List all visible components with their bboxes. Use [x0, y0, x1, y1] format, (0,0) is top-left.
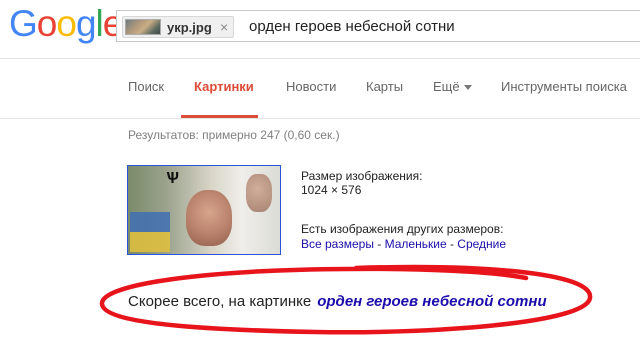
image-size-value: 1024 × 576: [301, 183, 362, 197]
image-chip-thumbnail: [125, 19, 161, 35]
tab-news[interactable]: Новости: [286, 79, 336, 94]
other-sizes-label: Есть изображения других размеров:: [301, 222, 504, 236]
image-chip[interactable]: укр.jpg ×: [122, 16, 234, 38]
tab-more-label: Ещё: [433, 79, 460, 94]
logo-letter: l: [95, 3, 104, 44]
best-guess-prefix: Скорее всего, на картинке: [128, 293, 312, 310]
thumbnail-face: [186, 190, 232, 246]
link-medium[interactable]: Средние: [457, 237, 506, 251]
tab-more[interactable]: Ещё: [433, 79, 472, 94]
image-chip-filename: укр.jpg: [167, 20, 212, 35]
trident-icon: Ѱ: [166, 170, 179, 187]
tab-search[interactable]: Поиск: [128, 79, 164, 94]
result-stats: Результатов: примерно 247 (0,60 сек.): [128, 128, 340, 142]
link-separator: -: [446, 237, 458, 251]
tab-images[interactable]: Картинки: [194, 79, 254, 94]
logo-letter: o: [56, 3, 77, 44]
tab-search-tools[interactable]: Инструменты поиска: [501, 79, 627, 94]
header: Google укр.jpg × орден героев небесной с…: [0, 0, 640, 59]
link-separator: -: [373, 237, 385, 251]
image-size-label: Размер изображения:: [301, 169, 423, 183]
result-image-thumbnail[interactable]: Ѱ: [127, 165, 281, 255]
divider: [0, 118, 640, 119]
best-guess-link[interactable]: орден героев небесной сотни: [317, 293, 546, 310]
chevron-down-icon: [463, 85, 472, 91]
size-links: Все размеры - Маленькие - Средние: [301, 237, 506, 251]
thumbnail-flag: [130, 212, 170, 252]
link-small[interactable]: Маленькие: [385, 237, 447, 251]
logo-letter: G: [9, 3, 38, 44]
search-box[interactable]: укр.jpg × орден героев небесной сотни: [116, 10, 640, 42]
search-tabs: Поиск Картинки Новости Карты Ещё Инструм…: [0, 58, 640, 118]
google-logo[interactable]: Google: [9, 3, 123, 44]
thumbnail-fist: [246, 174, 272, 212]
tab-maps[interactable]: Карты: [366, 79, 403, 94]
close-icon[interactable]: ×: [220, 19, 228, 35]
logo-letter: g: [75, 3, 97, 44]
logo-letter: o: [36, 3, 58, 44]
link-all-sizes[interactable]: Все размеры: [301, 237, 374, 251]
best-guess: Скорее всего, на картинке орден героев не…: [128, 293, 547, 310]
search-input[interactable]: орден героев небесной сотни: [249, 18, 455, 35]
